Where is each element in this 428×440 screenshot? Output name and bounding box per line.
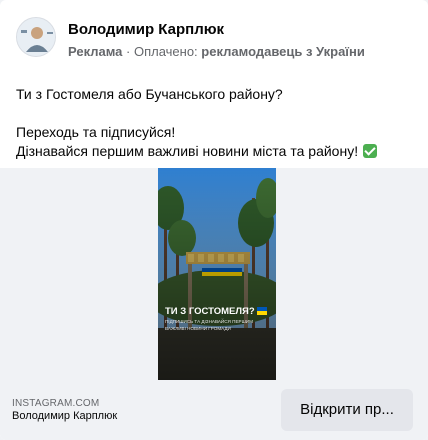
- source-domain: INSTAGRAM.COM: [12, 398, 100, 409]
- story-image[interactable]: ТИ З ГОСТОМЕЛЯ? ПІДПИШИСЬ ТА ДІЗНАВАЙСЯ …: [158, 168, 276, 380]
- open-profile-button[interactable]: Відкрити пр...: [281, 389, 413, 431]
- ad-label[interactable]: Реклама: [68, 44, 122, 59]
- ad-media[interactable]: ТИ З ГОСТОМЕЛЯ? ПІДПИШИСЬ ТА ДІЗНАВАЙСЯ …: [0, 168, 428, 380]
- post-header: Володимир Карплюк Реклама · Оплачено: ре…: [16, 17, 416, 65]
- story-illustration: ТИ З ГОСТОМЕЛЯ? ПІДПИШИСЬ ТА ДІЗНАВАЙСЯ …: [158, 168, 276, 380]
- story-headline: ТИ З ГОСТОМЕЛЯ?: [165, 306, 255, 317]
- post-text: Ти з Гостомеля або Бучанського району? П…: [16, 85, 412, 161]
- avatar-image: [17, 18, 55, 56]
- story-subline: ВАЖЛИВІ НОВИНИ ГРОМАДИ: [165, 326, 231, 331]
- author-avatar[interactable]: [16, 17, 56, 57]
- link-footer[interactable]: INSTAGRAM.COM Володимир Карплюк Відкрити…: [0, 380, 428, 440]
- post-text-line: Дізнавайся першим важливі новини міста т…: [16, 142, 412, 161]
- post-text-line-content: Дізнавайся першим важливі новини міста т…: [16, 143, 359, 159]
- meta-separator: ·: [122, 44, 134, 59]
- check-mark-icon: [363, 144, 378, 158]
- post-text-line: Ти з Гостомеля або Бучанського району?: [16, 86, 283, 102]
- ukraine-flag-icon-lower: [257, 311, 267, 315]
- post-meta: Реклама · Оплачено: рекламодавець з Укра…: [68, 44, 365, 59]
- source-name: Володимир Карплюк: [12, 410, 118, 422]
- sponsored-post-card: Володимир Карплюк Реклама · Оплачено: ре…: [0, 0, 428, 440]
- paid-by[interactable]: рекламодавець з України: [201, 44, 365, 59]
- story-subline: ПІДПИШИСЬ ТА ДІЗНАВАЙСЯ ПЕРШИМ: [165, 317, 253, 324]
- ukraine-flag-icon: [257, 307, 267, 311]
- paid-prefix: Оплачено:: [133, 44, 202, 59]
- post-text-line: Переходь та підписуйся!: [16, 124, 176, 140]
- author-name[interactable]: Володимир Карплюк: [68, 21, 224, 38]
